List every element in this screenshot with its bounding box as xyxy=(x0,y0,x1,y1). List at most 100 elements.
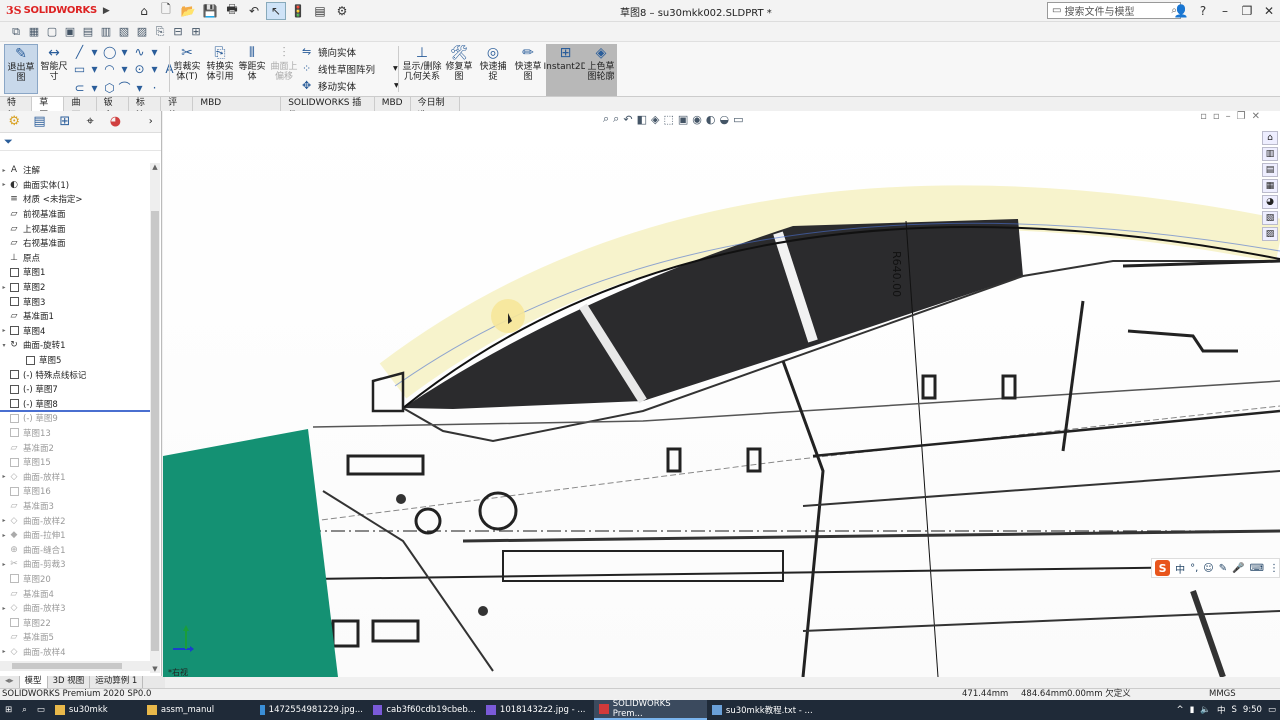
volume-icon[interactable]: 🔈 xyxy=(1200,705,1211,715)
tree-node[interactable]: ▸ 草图4 xyxy=(0,324,150,339)
point-icon[interactable]: · xyxy=(148,81,161,95)
help-icon[interactable]: ? xyxy=(1192,4,1214,18)
viewport-maximize-icon[interactable]: ❐ xyxy=(1237,111,1246,122)
tree-node[interactable]: (-) 草图7 xyxy=(0,382,150,397)
bottom-tab-0[interactable]: 模型 xyxy=(19,676,48,688)
design-library-icon[interactable]: ▥ xyxy=(1262,147,1278,161)
fillet-icon[interactable]: ⌒ xyxy=(118,79,131,96)
section-view-icon[interactable]: ◧ xyxy=(637,113,647,126)
open-file-icon[interactable]: 📂 xyxy=(178,2,198,20)
tab-1[interactable]: 草图 xyxy=(32,97,65,121)
tree-node[interactable]: 草图13 xyxy=(0,426,150,441)
linear-pattern-item[interactable]: ⁘ 线性草图阵列 ▾ xyxy=(302,62,399,76)
start-icon[interactable]: ⊞ xyxy=(0,700,17,720)
tree-node[interactable]: ▱ 基准面3 xyxy=(0,499,150,514)
tree-node[interactable]: ▸ ◆ 曲面-拉伸1 xyxy=(0,528,150,543)
tree-node[interactable]: ▱ 基准面4 xyxy=(0,586,150,601)
frame-icon[interactable]: ▣ xyxy=(62,24,78,40)
expand-arrow-icon[interactable]: ▸ xyxy=(0,284,8,291)
view-settings-icon[interactable]: ▭ xyxy=(733,113,743,126)
solidworks-logo[interactable]: 3S SOLIDWORKS ▶ xyxy=(0,0,112,22)
spline-icon[interactable]: ∿ xyxy=(133,45,146,59)
undo-icon[interactable]: ↶ xyxy=(244,2,264,20)
save-icon[interactable]: 💾 xyxy=(200,2,220,20)
slot-icon[interactable]: ⊂ xyxy=(73,81,86,95)
smart-dimension-button[interactable]: ↔ 智能尺寸 xyxy=(39,44,69,82)
minimize-icon[interactable]: – xyxy=(1214,4,1236,18)
tree-node[interactable]: ▱ 前视基准面 xyxy=(0,207,150,222)
bottom-tab-1[interactable]: 3D 视图 xyxy=(48,676,91,688)
tree-node[interactable]: ▸ ◐ 曲面实体(1) xyxy=(0,178,150,193)
polygon-icon[interactable]: ⬡ xyxy=(103,81,116,95)
notification-icon[interactable]: ▭ xyxy=(1268,705,1276,715)
ellipse-icon[interactable]: ⊙ xyxy=(133,62,146,76)
tree-node[interactable]: ▸ 草图2 xyxy=(0,280,150,295)
expand-arrow-icon[interactable]: ▸ xyxy=(0,473,8,480)
show-relations-button[interactable]: ⊥ 显示/删除几何关系 xyxy=(402,44,442,82)
offset-entities-button[interactable]: ⫴ 等距实体 xyxy=(237,44,267,82)
zoom-area-icon[interactable]: ⌕ xyxy=(613,112,619,126)
viewport-minimize-icon[interactable]: – xyxy=(1226,111,1231,122)
edit-appearance-icon[interactable]: ◐ xyxy=(706,113,716,126)
tree-node[interactable]: ⊕ 曲面-缝合1 xyxy=(0,542,150,557)
menu-arrow-icon[interactable]: ▶ xyxy=(103,6,110,16)
print-icon[interactable]: 🖶 xyxy=(222,2,242,20)
tree-node[interactable]: ▸ ◇ 曲面-放样1 xyxy=(0,469,150,484)
appearances-icon[interactable]: ◕ xyxy=(1262,195,1278,209)
tree-node[interactable]: ▾ ↻ 曲面-旋转1 xyxy=(0,338,150,353)
rectangle-icon[interactable]: ▭ xyxy=(73,62,86,76)
tree-node[interactable]: 草图20 xyxy=(0,572,150,587)
tree-node[interactable]: ▱ 基准面5 xyxy=(0,630,150,645)
tree-node[interactable]: (-) 草图8 xyxy=(0,397,150,412)
voice-icon[interactable]: 🎤 xyxy=(1232,563,1244,574)
arc-icon[interactable]: ◠ xyxy=(103,62,116,76)
expand-arrow-icon[interactable]: ▸ xyxy=(0,327,8,334)
viewport-tile-icon[interactable]: ▫ xyxy=(1213,111,1220,122)
tree-node[interactable]: ▸ ◇ 曲面-放样4 xyxy=(0,645,150,660)
line-icon[interactable]: ╱ xyxy=(73,45,86,59)
repair-sketch-button[interactable]: 🛠 修复草图 xyxy=(444,44,474,82)
tab-scroll-icon[interactable]: ◂▸ xyxy=(0,676,20,688)
rapid-sketch-button[interactable]: ✏ 快速草图 xyxy=(512,44,544,82)
tree-node[interactable]: 草图1 xyxy=(0,265,150,280)
save-small-icon[interactable]: ⊟ xyxy=(170,24,186,40)
unit-system[interactable]: MMGS xyxy=(1209,689,1236,700)
tab-4[interactable]: 标注 xyxy=(128,97,162,121)
tab-0[interactable]: 特征 xyxy=(0,97,33,121)
tree-filter[interactable]: ⏷ xyxy=(0,133,161,151)
options-gear-icon[interactable]: ⚙ xyxy=(332,2,352,20)
hide-show-icon[interactable]: ◉ xyxy=(692,113,702,126)
scroll-down-icon[interactable]: ▼ xyxy=(150,665,160,673)
input-language[interactable]: 中 xyxy=(1217,704,1226,716)
previous-view-icon[interactable]: ↶ xyxy=(623,113,632,126)
tree-node[interactable]: 草图22 xyxy=(0,615,150,630)
tree-node[interactable]: 草图16 xyxy=(0,484,150,499)
collapse-arrow-icon[interactable]: ▾ xyxy=(0,342,8,349)
convert-entities-button[interactable]: ⎘ 转换实体引用 xyxy=(204,44,236,82)
tab-7[interactable]: SOLIDWORKS 插件 xyxy=(281,97,375,121)
tree-node[interactable]: ▸ ◇ 曲面-放样2 xyxy=(0,513,150,528)
grid-icon[interactable]: ▥ xyxy=(98,24,114,40)
tree-node[interactable]: (-) 草图9 xyxy=(0,411,150,426)
move-entities-item[interactable]: ✥ 移动实体 ▾ xyxy=(302,79,399,93)
emoji-icon[interactable]: ☺ xyxy=(1203,563,1213,574)
tree-node[interactable]: (-) 特殊点线标记 xyxy=(0,367,150,382)
view-palette-icon[interactable]: ▦ xyxy=(1262,179,1278,193)
expand-arrow-icon[interactable]: ▸ xyxy=(0,532,8,539)
tree-node[interactable]: ▸ A 注解 xyxy=(0,163,150,178)
forum-icon[interactable]: ▨ xyxy=(1262,227,1278,241)
tree-node[interactable]: ▸ ◇ 曲面-放样3 xyxy=(0,601,150,616)
taskbar-app[interactable]: su30mkk教程.txt - ... xyxy=(707,700,820,720)
quick-snaps-button[interactable]: ◎ 快速捕捉 xyxy=(478,44,508,82)
taskbar-search-icon[interactable]: ⌕ xyxy=(17,700,32,720)
ime-mode[interactable]: 中 xyxy=(1175,561,1185,576)
circle-icon[interactable]: ◯ xyxy=(103,45,116,59)
taskbar-app[interactable]: su30mkk xyxy=(50,700,142,720)
dynamic-annotation-icon[interactable]: ◈ xyxy=(651,113,659,126)
tab-3[interactable]: 钣金 xyxy=(96,97,129,121)
feature-manager-icon[interactable]: ⚙ xyxy=(4,113,24,131)
layout-icon[interactable]: ▦ xyxy=(26,24,42,40)
expand-arrow-icon[interactable]: ▸ xyxy=(0,181,8,188)
punctuation-icon[interactable]: °, xyxy=(1190,563,1198,574)
tree-node[interactable]: ▸ ✂ 曲面-剪裁3 xyxy=(0,557,150,572)
